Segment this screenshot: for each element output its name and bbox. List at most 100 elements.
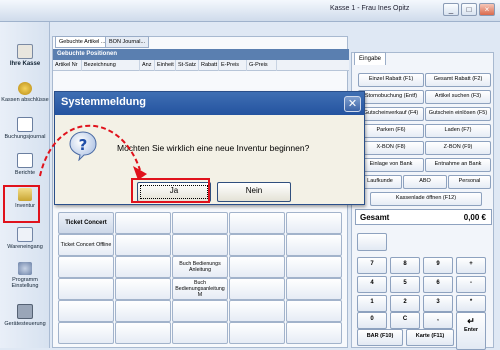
dialog-close-button[interactable]: ✕: [344, 96, 361, 112]
laden-button[interactable]: Laden (F7): [425, 124, 491, 138]
key-clear[interactable]: C: [390, 312, 420, 329]
sidebar-item-programm-einstellung[interactable]: Programm Einstellung: [1, 262, 49, 289]
column-header[interactable]: Einheit: [155, 60, 176, 71]
kassenlade-oeffnen-button[interactable]: Kassenlade öffnen (F12): [370, 192, 482, 206]
column-header[interactable]: St-Satz: [176, 60, 199, 71]
column-header[interactable]: Rabatt: [199, 60, 219, 71]
article-button[interactable]: [172, 322, 228, 344]
sidebar-item-berichte[interactable]: Berichte: [1, 153, 49, 176]
article-button-ticket-concert-offline[interactable]: Ticket Concert Offline: [58, 234, 114, 256]
article-button[interactable]: [286, 234, 342, 256]
minimize-button[interactable]: _: [443, 3, 459, 16]
column-header[interactable]: Anz: [140, 60, 155, 71]
sidebar-item-ihre-kasse[interactable]: Ihre Kasse: [1, 44, 49, 67]
article-button[interactable]: [58, 278, 114, 300]
article-button[interactable]: [229, 300, 285, 322]
parken-button[interactable]: Parken (F6): [358, 124, 424, 138]
article-button[interactable]: [286, 256, 342, 278]
column-header[interactable]: Artikel Nr: [53, 60, 82, 71]
gutschein-einloesen-button[interactable]: Gutschein einlösen (F5): [425, 107, 491, 121]
article-button[interactable]: [58, 300, 114, 322]
article-button[interactable]: [286, 300, 342, 322]
key-3[interactable]: 3: [423, 295, 453, 312]
column-header[interactable]: Bezeichnung: [82, 60, 140, 71]
close-window-button[interactable]: ×: [479, 3, 495, 16]
maximize-button[interactable]: □: [461, 3, 477, 16]
z-bon-button[interactable]: Z-BON (F9): [425, 141, 491, 155]
input-panel: Eingabe Einzel Rabatt (F1) Gesamt Rabatt…: [351, 52, 494, 350]
highlight-inventur: [3, 185, 40, 223]
article-button[interactable]: [172, 300, 228, 322]
sidebar-item-label: Programm Einstellung: [11, 277, 39, 289]
gutscheinverkauf-button[interactable]: Gutscheinverkauf (F4): [358, 107, 424, 121]
einlage-von-bank-button[interactable]: Einlage von Bank: [358, 158, 424, 172]
article-button[interactable]: [58, 256, 114, 278]
karte-button[interactable]: Karte (F11): [406, 329, 454, 346]
sidebar-item-label: Buchungsjournal: [4, 134, 46, 140]
goods-receipt-icon: [17, 227, 33, 242]
einzel-rabatt-button[interactable]: Einzel Rabatt (F1): [358, 73, 424, 87]
dialog-title: Systemmeldung: [61, 96, 146, 108]
column-header[interactable]: G-Preis: [247, 60, 277, 71]
article-button[interactable]: [115, 234, 171, 256]
key-8[interactable]: 8: [390, 257, 420, 274]
tab-bon-journal[interactable]: BON Journal...: [105, 36, 150, 48]
article-button[interactable]: [172, 212, 228, 234]
article-button-buch-anleitung-m[interactable]: Buch Bedienungsanleitung M: [172, 278, 228, 300]
article-button[interactable]: [286, 278, 342, 300]
sidebar-item-label: Ihre Kasse: [9, 61, 41, 67]
article-button[interactable]: [172, 234, 228, 256]
entnahme-an-bank-button[interactable]: Entnahme an Bank: [425, 158, 491, 172]
sidebar-item-buchungsjournal[interactable]: Buchungsjournal: [1, 117, 49, 140]
article-button[interactable]: [115, 300, 171, 322]
key-6[interactable]: 6: [423, 276, 453, 293]
key-5[interactable]: 5: [390, 276, 420, 293]
device-icon: [17, 304, 33, 319]
key-minus[interactable]: -: [456, 276, 486, 293]
article-button[interactable]: [115, 278, 171, 300]
article-button[interactable]: [229, 278, 285, 300]
key-9[interactable]: 9: [423, 257, 453, 274]
settings-icon: [18, 262, 32, 275]
key-comma[interactable]: ,: [423, 312, 453, 329]
section-title: Gebuchte Positionen: [53, 49, 349, 60]
bar-button[interactable]: BAR (F10): [357, 329, 403, 346]
article-button[interactable]: [58, 322, 114, 344]
article-button[interactable]: [115, 212, 171, 234]
artikel-suchen-button[interactable]: Artikel suchen (F3): [425, 90, 491, 104]
key-multiply[interactable]: *: [456, 295, 486, 312]
article-button[interactable]: [286, 322, 342, 344]
no-button[interactable]: Nein: [217, 182, 291, 202]
article-button[interactable]: [229, 234, 285, 256]
tab-eingabe[interactable]: Eingabe: [354, 52, 387, 65]
article-button[interactable]: [229, 256, 285, 278]
gesamt-rabatt-button[interactable]: Gesamt Rabatt (F2): [425, 73, 491, 87]
x-bon-button[interactable]: X-BON (F8): [358, 141, 424, 155]
key-2[interactable]: 2: [390, 295, 420, 312]
key-plus[interactable]: +: [456, 257, 486, 274]
article-button[interactable]: [229, 322, 285, 344]
key-0[interactable]: 0: [357, 312, 387, 329]
sidebar-item-wareneingang[interactable]: Wareneingang: [1, 227, 49, 250]
key-4[interactable]: 4: [357, 276, 387, 293]
article-button[interactable]: [229, 212, 285, 234]
sidebar-item-geraetesteuerung[interactable]: Gerätesteuerung: [1, 304, 49, 327]
total-label: Gesamt: [360, 213, 390, 222]
article-button-buch-anleitung[interactable]: Buch Bedienungs Anleitung: [172, 256, 228, 278]
sidebar-item-kassenabschluesse[interactable]: Kassen abschlüsse: [1, 82, 49, 103]
stornobuchung-button[interactable]: Stornobuchung (Entf): [358, 90, 424, 104]
column-header[interactable]: E-Preis: [219, 60, 247, 71]
article-button[interactable]: [286, 212, 342, 234]
abo-button[interactable]: ABO: [403, 175, 447, 189]
question-icon: ?: [69, 131, 97, 161]
article-button[interactable]: [115, 322, 171, 344]
key-7[interactable]: 7: [357, 257, 387, 274]
enter-button[interactable]: ↵ Enter: [456, 312, 486, 350]
personal-button[interactable]: Personal: [448, 175, 491, 189]
key-1[interactable]: 1: [357, 295, 387, 312]
tab-gebuchte-artikel[interactable]: Gebuchte Artikel ...: [55, 36, 110, 48]
article-button[interactable]: [115, 256, 171, 278]
enter-label: Enter: [463, 327, 479, 333]
report-icon: [17, 153, 33, 168]
article-button-ticket-concert[interactable]: Ticket Concert: [58, 212, 114, 234]
